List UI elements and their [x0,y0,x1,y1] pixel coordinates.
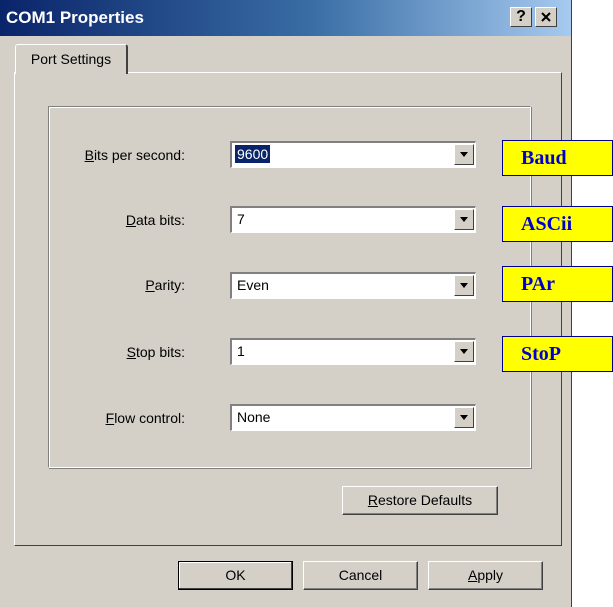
chevron-down-icon[interactable] [454,144,474,165]
help-button[interactable]: ? [510,7,532,27]
data-bits-label: Data bits: [125,212,185,228]
chevron-down-icon[interactable] [454,209,474,230]
flow-control-select[interactable]: None [230,404,476,431]
chevron-down-icon[interactable] [454,407,474,428]
close-button[interactable] [535,7,557,27]
callout-stop: StoP [502,336,613,372]
parity-select[interactable]: Even [230,272,476,299]
tab-port-settings[interactable]: Port Settings [15,44,128,74]
window-title: COM1 Properties [6,8,144,27]
dialog-window: COM1 Properties ? Port Settings Bits per… [0,0,572,607]
data-bits-select[interactable]: 7 [230,206,476,233]
flow-control-label: Flow control: [105,410,185,426]
data-bits-value: 7 [237,211,245,227]
callout-parity: PAr [502,266,613,302]
apply-button[interactable]: Apply [428,561,543,590]
bits-per-second-label: Bits per second: [84,147,185,163]
chevron-down-icon[interactable] [454,341,474,362]
close-icon [541,12,551,22]
stop-bits-select[interactable]: 1 [230,338,476,365]
ok-button[interactable]: OK [178,561,293,590]
restore-defaults-button[interactable]: Restore Defaults [342,486,498,515]
flow-control-value: None [237,409,271,425]
bits-per-second-select[interactable]: 9600 [230,141,476,168]
parity-label: Parity: [145,277,185,293]
stop-bits-label: Stop bits: [126,344,185,360]
chevron-down-icon[interactable] [454,275,474,296]
title-bar: COM1 Properties ? [0,0,571,36]
parity-value: Even [237,277,269,293]
bits-per-second-value: 9600 [235,145,271,163]
callout-baud: Baud [502,140,613,176]
cancel-button[interactable]: Cancel [303,561,418,590]
callout-ascii: ASCii [502,206,613,242]
stop-bits-value: 1 [237,343,245,359]
